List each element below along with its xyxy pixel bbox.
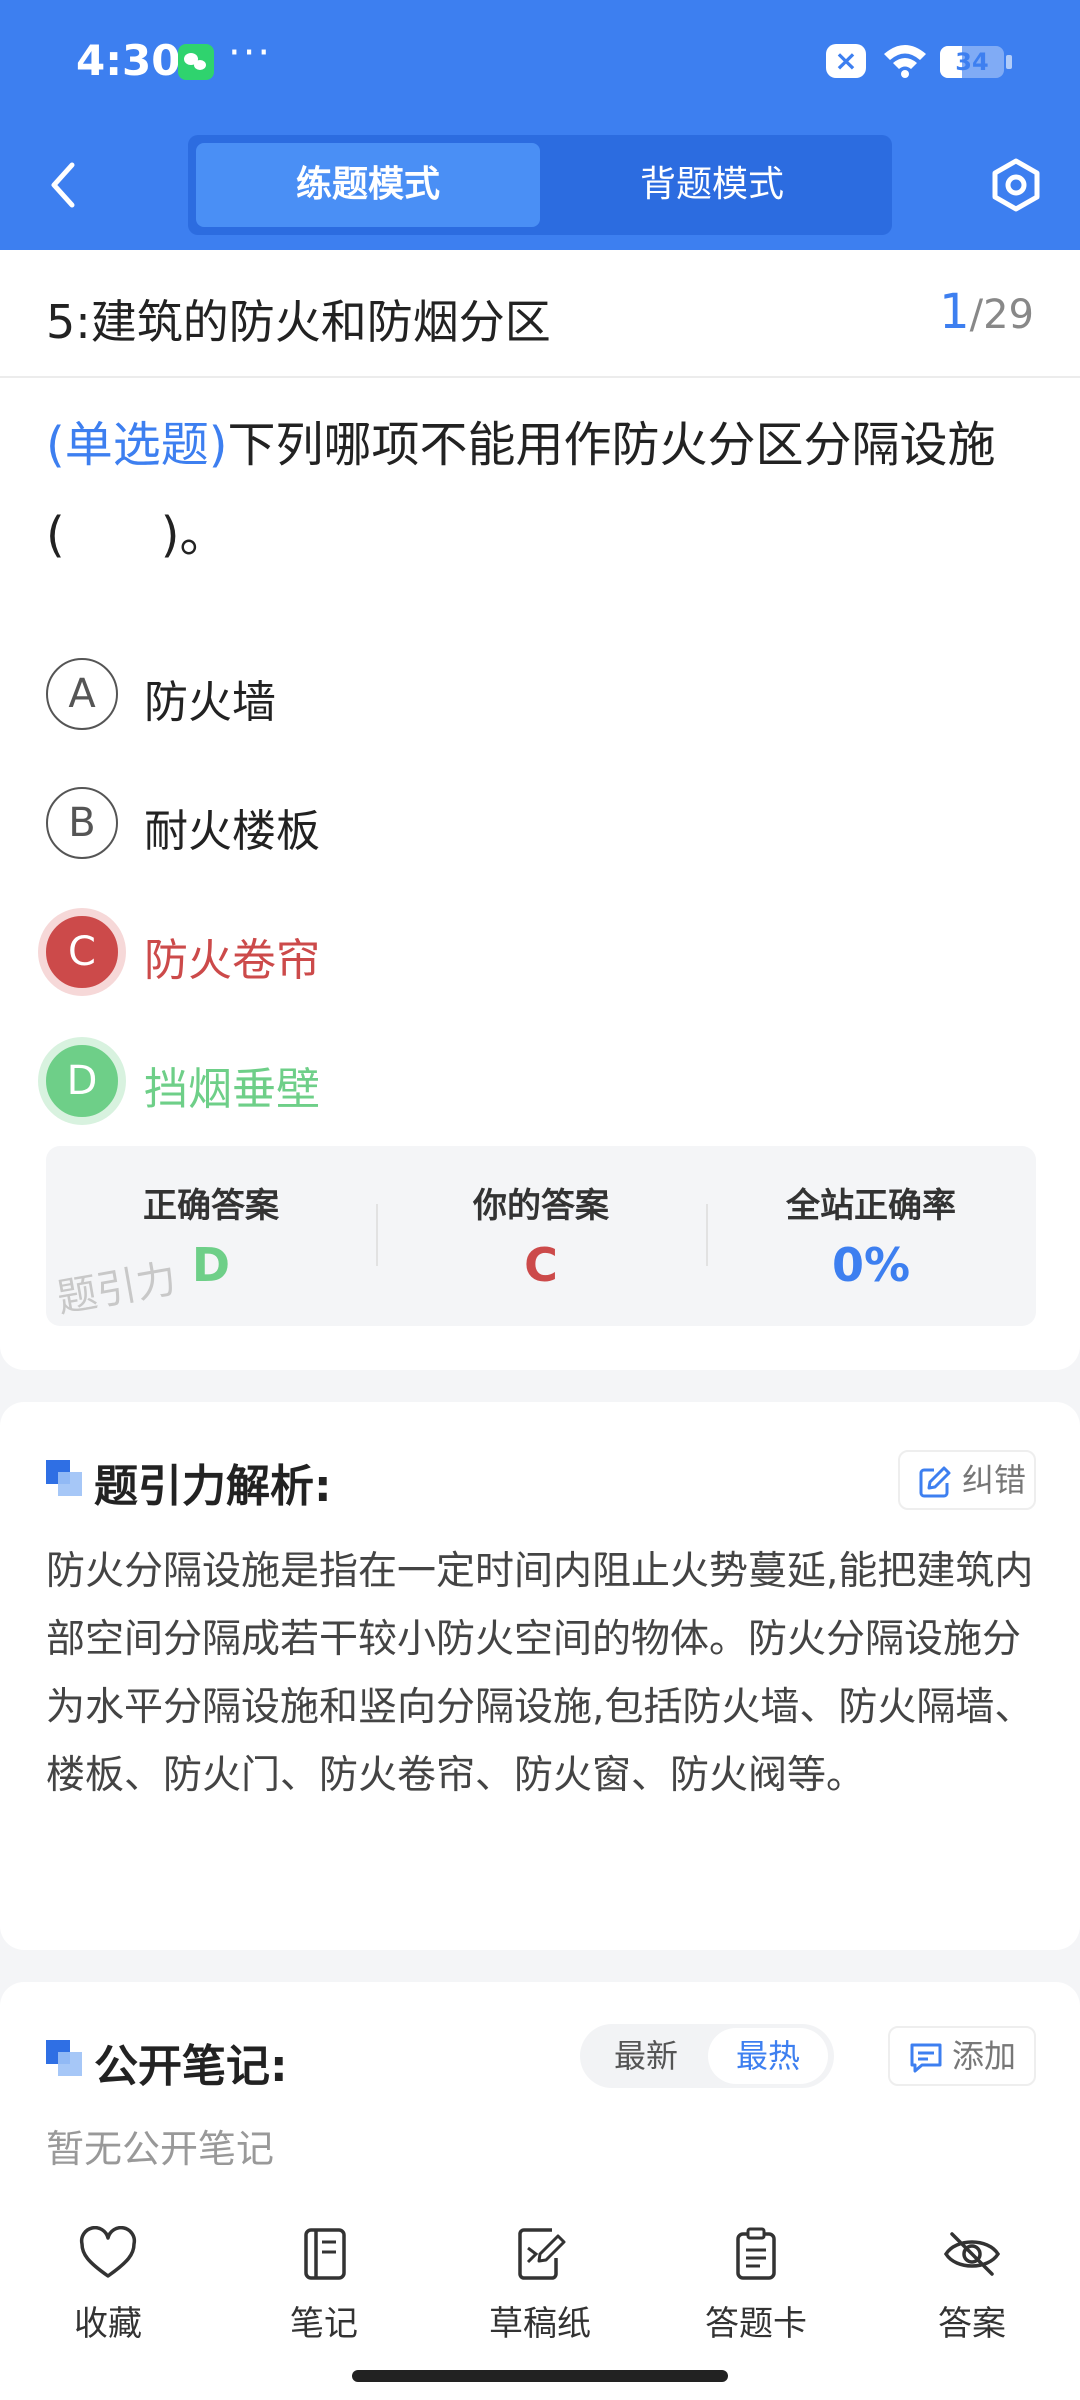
- answer-summary: 正确答案 D 你的答案 C 全站正确率 0% 题引力: [46, 1146, 1036, 1326]
- comment-icon: [910, 2043, 942, 2073]
- site-accuracy-value: 0%: [831, 1238, 911, 1292]
- your-answer-label: 你的答案: [473, 1186, 609, 1226]
- notes-sort-switch: 最新 最热: [580, 2024, 834, 2088]
- empty-notes-text: 暂无公开笔记: [46, 2127, 275, 2171]
- sort-newest-tab[interactable]: 最新: [586, 2028, 706, 2084]
- notebook-icon: [304, 2228, 346, 2280]
- chapter-row: 5:建筑的防火和防烟分区 1/29: [0, 250, 1080, 378]
- option-b[interactable]: B 耐火楼板: [46, 783, 1036, 863]
- answer-sheet-icon: [736, 2227, 776, 2280]
- section-square-icon: [46, 1460, 82, 1496]
- wechat-notification-icon: [178, 44, 214, 80]
- tab-practice-mode[interactable]: 练题模式: [196, 143, 540, 227]
- answer-toggle-label: 答案: [938, 2304, 1006, 2344]
- option-letter: A: [46, 658, 118, 730]
- draft-paper-label: 草稿纸: [489, 2304, 591, 2344]
- bottom-toolbar: 收藏 笔记 草稿纸 答题卡 答案: [0, 2190, 1080, 2400]
- favorite-label: 收藏: [74, 2304, 142, 2344]
- analysis-card: 题引力解析: 纠错 防火分隔设施是指在一定时间内阻止火势蔓延,能把建筑内部空间分…: [0, 1402, 1080, 1950]
- report-error-button[interactable]: 纠错: [898, 1450, 1036, 1510]
- question-card: 5:建筑的防火和防烟分区 1/29 (单选题)下列哪项不能用作防火分区分隔设施(…: [0, 250, 1080, 1370]
- draft-paper-button[interactable]: 草稿纸: [450, 2226, 630, 2356]
- option-letter: C: [46, 916, 118, 988]
- option-text: 挡烟垂壁: [144, 1064, 320, 1115]
- battery-tip: [1006, 55, 1012, 69]
- option-text: 防火卷帘: [144, 935, 320, 986]
- heart-icon: [79, 2226, 137, 2278]
- app-header: 4:30 ··· × 34 练题模式 背题模式: [0, 0, 1080, 250]
- add-note-label: 添加: [952, 2037, 1017, 2075]
- draft-paper-icon: [518, 2228, 566, 2280]
- your-answer-value: C: [524, 1238, 558, 1292]
- option-text: 耐火楼板: [144, 806, 320, 857]
- analysis-text: 防火分隔设施是指在一定时间内阻止火势蔓延,能把建筑内部空间分隔成若干较小防火空间…: [46, 1549, 1034, 1798]
- question-counter[interactable]: 1/29: [939, 284, 1034, 340]
- status-bar: 4:30 ··· × 34: [0, 0, 1080, 125]
- option-letter: B: [46, 787, 118, 859]
- back-arrow-icon[interactable]: [40, 155, 90, 215]
- more-notifications-icon: ···: [228, 30, 273, 76]
- counter-separator: /: [969, 292, 984, 338]
- chapter-title: 5:建筑的防火和防烟分区: [46, 295, 551, 349]
- site-accuracy-label: 全站正确率: [786, 1186, 956, 1226]
- favorite-button[interactable]: 收藏: [18, 2226, 198, 2356]
- notes-title: 公开笔记:: [94, 2041, 288, 2092]
- mode-switch: 练题模式 背题模式: [188, 135, 892, 235]
- tab-memorize-mode[interactable]: 背题模式: [540, 143, 884, 227]
- analysis-title: 题引力解析:: [94, 1461, 332, 1512]
- report-error-label: 纠错: [962, 1461, 1027, 1499]
- nav-bar: 练题模式 背题模式: [0, 125, 1080, 250]
- battery-icon: 34: [940, 46, 1004, 78]
- wifi-icon: [884, 45, 926, 78]
- battery-level: 34: [955, 48, 989, 76]
- sort-hottest-tab[interactable]: 最热: [708, 2028, 828, 2084]
- question-type: (单选题): [46, 417, 228, 473]
- question-stem: (单选题)下列哪项不能用作防火分区分隔设施( )。: [46, 400, 1036, 580]
- current-question-number: 1: [939, 284, 970, 340]
- option-text: 防火墙: [144, 677, 276, 728]
- settings-hex-icon[interactable]: [986, 155, 1046, 215]
- answer-sheet-button[interactable]: 答题卡: [666, 2226, 846, 2356]
- add-note-button[interactable]: 添加: [888, 2026, 1036, 2086]
- section-square-icon: [46, 2040, 82, 2076]
- your-answer-col: 你的答案 C: [376, 1146, 706, 1326]
- total-question-count: 29: [983, 292, 1034, 338]
- status-time: 4:30: [76, 36, 181, 85]
- answer-sheet-label: 答题卡: [705, 2304, 807, 2344]
- site-accuracy-col: 全站正确率 0%: [706, 1146, 1036, 1326]
- edit-icon: [919, 1466, 951, 1498]
- home-indicator[interactable]: [352, 2370, 728, 2382]
- no-sim-icon: ×: [826, 44, 866, 78]
- notes-label: 笔记: [290, 2304, 358, 2344]
- notes-button[interactable]: 笔记: [234, 2226, 414, 2356]
- answer-toggle-button[interactable]: 答案: [882, 2226, 1062, 2356]
- option-c-selected-wrong[interactable]: C 防火卷帘: [46, 912, 1036, 992]
- option-a[interactable]: A 防火墙: [46, 654, 1036, 734]
- option-letter: D: [46, 1045, 118, 1117]
- correct-answer-label: 正确答案: [143, 1186, 279, 1226]
- option-d-correct[interactable]: D 挡烟垂壁: [46, 1041, 1036, 1121]
- eye-off-icon: [943, 2232, 1001, 2276]
